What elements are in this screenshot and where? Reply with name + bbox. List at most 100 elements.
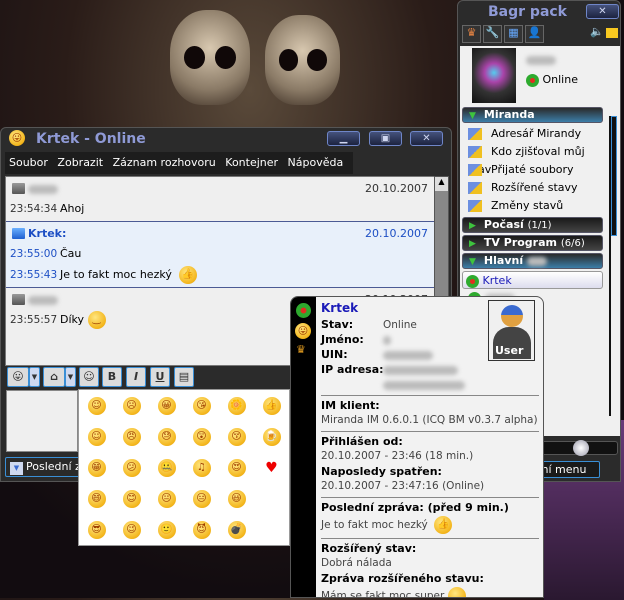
message-group: 20.10.2007 23:54:34 Ahoj [6, 177, 434, 222]
thumbs-up-emoticon-icon: 👍 [434, 516, 453, 534]
emoticon-icon: 😛 [295, 323, 311, 339]
contact-krtek[interactable]: Krtek [462, 271, 603, 289]
smile-emoticon-icon: ‿ [447, 587, 466, 597]
group-hlavni[interactable]: ▼ Hlavní [462, 253, 603, 269]
emoticon-selector-button[interactable]: 😛 [7, 367, 29, 387]
menu-kontejner[interactable]: Kontejner [225, 156, 278, 169]
color-button[interactable]: ▤ [174, 367, 194, 387]
emoticon-option[interactable]: 😉 [122, 520, 141, 539]
emoticon-option[interactable]: 😲 [192, 427, 211, 446]
emoticon-option[interactable]: 😎 [87, 520, 106, 539]
close-button[interactable]: ✕ [586, 4, 619, 19]
computer-icon [12, 228, 25, 239]
list-item[interactable]: Rozšířené stavy [460, 179, 605, 197]
tooltip-icon-strip: 😛 ♛ [291, 297, 316, 597]
find-user-icon[interactable]: 👤 [525, 25, 544, 43]
emoticon-option[interactable]: 🤐 [157, 458, 176, 477]
group-miranda[interactable]: ▼ Miranda [462, 107, 603, 123]
emoticon-option[interactable]: 😑 [192, 489, 211, 508]
emoticon-option[interactable]: 😃 [227, 489, 246, 508]
emoticon-option[interactable]: 😚 [227, 427, 246, 446]
emoticon-option[interactable]: ♫ [192, 458, 211, 477]
bold-button[interactable]: B [102, 367, 122, 387]
scroll-up-arrow-icon[interactable]: ▲ [435, 177, 448, 191]
slider-knob[interactable] [573, 440, 589, 456]
emoticon-option[interactable]: 😀 [157, 396, 176, 415]
message-text: Čau [60, 247, 82, 260]
icq-flower-icon [526, 73, 539, 87]
plugin-icon [468, 182, 482, 194]
computer-icon [12, 294, 25, 305]
emoticon-option[interactable]: 😠 [122, 427, 141, 446]
message-time: 23:55:57 [10, 314, 58, 326]
emoticon-option[interactable]: ♥ [263, 459, 281, 477]
collapsed-triangle-icon: ▶ [469, 239, 476, 249]
emoticon-option[interactable]: 😁 [87, 458, 106, 477]
network-icon[interactable]: ▦ [504, 25, 523, 43]
recent-messages-button[interactable]: ▼ Poslední z [5, 457, 80, 477]
underline-button[interactable]: U [150, 367, 170, 387]
message-time: 23:55:43 [10, 269, 58, 281]
emoticon-option[interactable]: 😊 [122, 489, 141, 508]
menu-zaznam[interactable]: Záznam rozhovoru [113, 156, 216, 169]
message-date: 20.10.2007 [365, 182, 428, 195]
sound-icon[interactable]: 🔈 [590, 25, 604, 38]
list-item[interactable]: Přijaté soubory [460, 161, 605, 179]
sender-name-blurred [28, 295, 58, 305]
plugin-icon [468, 200, 482, 212]
menu-napoveda[interactable]: Nápověda [288, 156, 344, 169]
message-time: 23:54:34 [10, 203, 58, 215]
own-avatar [472, 48, 516, 103]
message-input[interactable] [6, 390, 78, 452]
background-skull [170, 10, 250, 105]
emoticon-option[interactable]: 😘 [192, 396, 211, 415]
emoticon-option[interactable]: ☺ [87, 427, 106, 446]
close-button[interactable]: ✕ [410, 131, 443, 146]
emoticon-option[interactable]: 🙂 [157, 520, 176, 539]
smiley-button[interactable]: ☺ [79, 367, 99, 387]
message-icon[interactable] [606, 28, 618, 38]
computer-icon [12, 183, 25, 194]
italic-button[interactable]: I [126, 367, 146, 387]
message-text: Díky [60, 313, 85, 326]
minimize-button[interactable]: ▁ [327, 131, 360, 146]
emoticon-option[interactable]: 😄 [87, 489, 106, 508]
emoticon-option[interactable]: 😓 [157, 427, 176, 446]
menu-soubor[interactable]: Soubor [9, 156, 48, 169]
toolbar: ♛ 🔧 ▦ 👤 🔈 [462, 25, 618, 45]
background-skull [265, 15, 340, 105]
emoticon-option[interactable]: 😍 [227, 458, 246, 477]
plugin-icon [468, 164, 482, 176]
own-name-blurred [526, 56, 556, 65]
options-wrench-icon[interactable]: 🔧 [483, 25, 502, 43]
app-icon: 😛 [9, 130, 25, 146]
expanded-triangle-icon: ▼ [469, 111, 476, 121]
maximize-button[interactable]: ▣ [369, 131, 402, 146]
emoticon-option[interactable]: 💣 [227, 520, 246, 539]
title-bar[interactable]: 😛 Krtek - Online ▁ ▣ ✕ [1, 128, 451, 150]
list-item[interactable]: Adresář Mirandy [460, 125, 605, 143]
tooltip-contact-name: Krtek [321, 301, 359, 315]
emoticon-option[interactable]: 🍺 [262, 427, 281, 446]
history-button[interactable]: ⌂ [43, 367, 65, 387]
chevron-down-icon: ▼ [10, 462, 23, 475]
list-item[interactable]: Kdo zjišťoval můj stav [460, 143, 605, 176]
menu-zobrazit[interactable]: Zobrazit [57, 156, 103, 169]
smile-emoticon-icon: ‿ [87, 311, 106, 329]
emoticon-option[interactable]: 👍 [262, 396, 281, 415]
emoticon-option[interactable]: 😈 [192, 520, 211, 539]
own-status[interactable]: Online [526, 73, 578, 87]
emoticon-dropdown-arrow[interactable]: ▼ [29, 367, 40, 387]
emoticon-option[interactable]: 🌼 [227, 396, 246, 415]
history-dropdown-arrow[interactable]: ▼ [65, 367, 76, 387]
list-item[interactable]: Změny stavů [460, 197, 605, 215]
emoticon-option[interactable]: ☹ [122, 396, 141, 415]
group-pocasi[interactable]: ▶ Počasí (1/1) [462, 217, 603, 233]
main-menu-icon[interactable]: ♛ [462, 25, 481, 43]
contact-scrollbar[interactable] [609, 116, 617, 416]
emoticon-option[interactable]: 😕 [122, 458, 141, 477]
group-tv-program[interactable]: ▶ TV Program (6/6) [462, 235, 603, 251]
emoticon-option[interactable]: 😐 [157, 489, 176, 508]
emoticon-option[interactable]: ☺ [87, 396, 106, 415]
message-text: Je to fakt moc hezký [60, 268, 172, 281]
